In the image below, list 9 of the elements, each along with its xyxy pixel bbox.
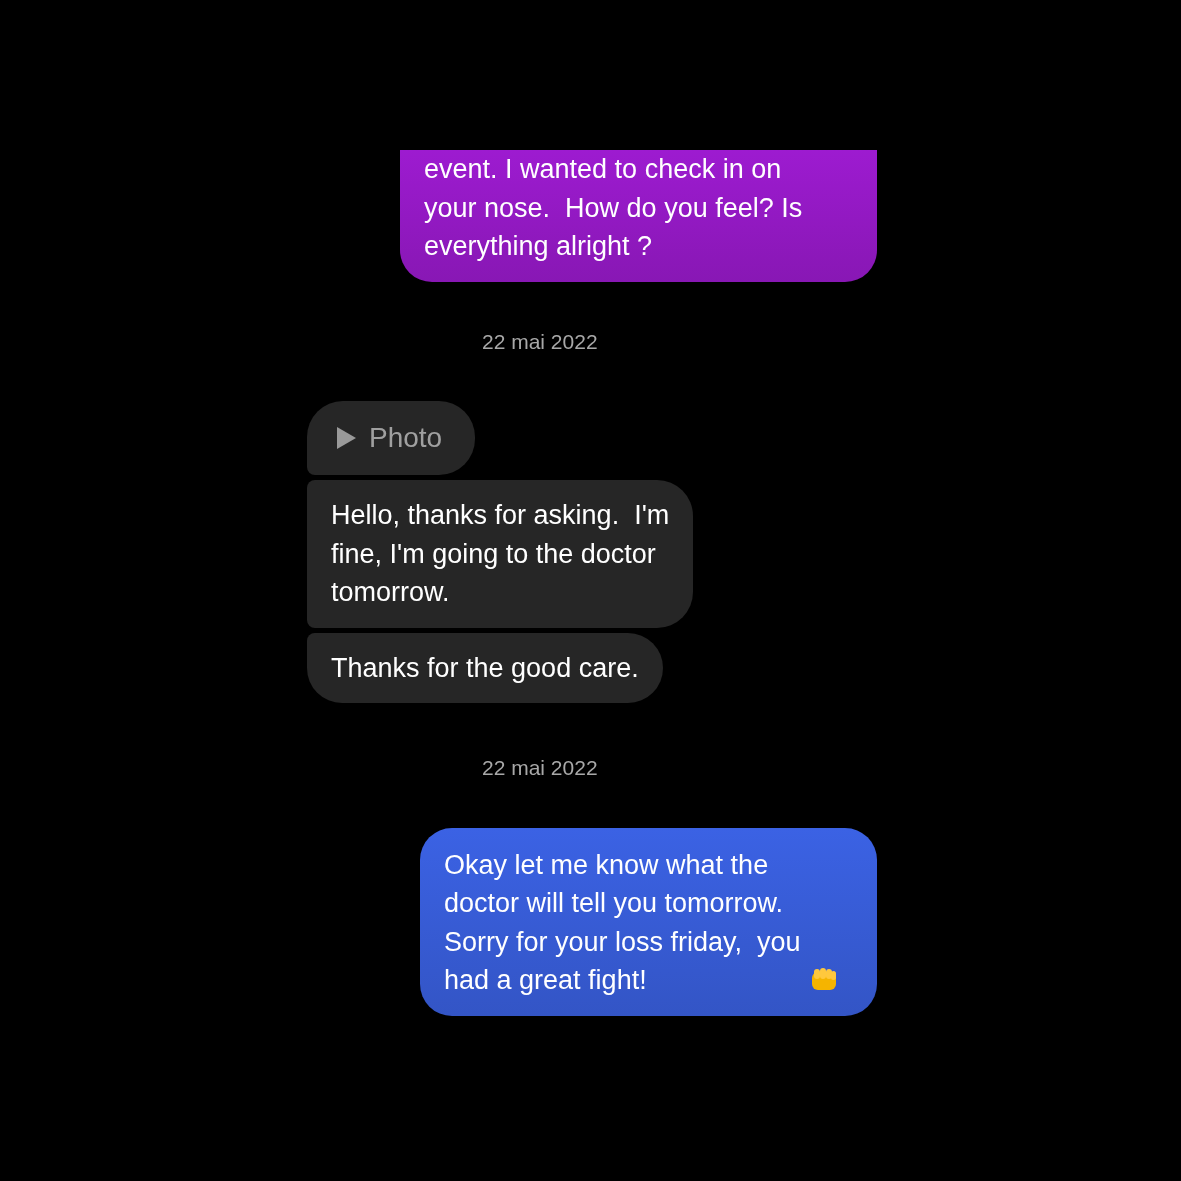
photo-label: Photo: [369, 421, 443, 455]
photo-attachment[interactable]: Photo: [307, 401, 475, 475]
message-bubble: Thanks for the good care.: [307, 632, 663, 703]
message-text: event. I wanted to check in on your nose. How do you feel? Is everything alright ?: [424, 153, 804, 263]
message-bubble: Hello, thanks for asking. I'm fine, I'm going to the doctor tomorrow.: [307, 480, 694, 628]
date-label: 22 mai 2022: [482, 328, 598, 355]
date-label: 22 mai 2022: [482, 755, 598, 781]
message-text: Okay let me know what the doctor will tell you tomorrow. Sorry for your loss friday, you had a great fight!: [444, 848, 801, 997]
play-icon: [335, 426, 357, 450]
